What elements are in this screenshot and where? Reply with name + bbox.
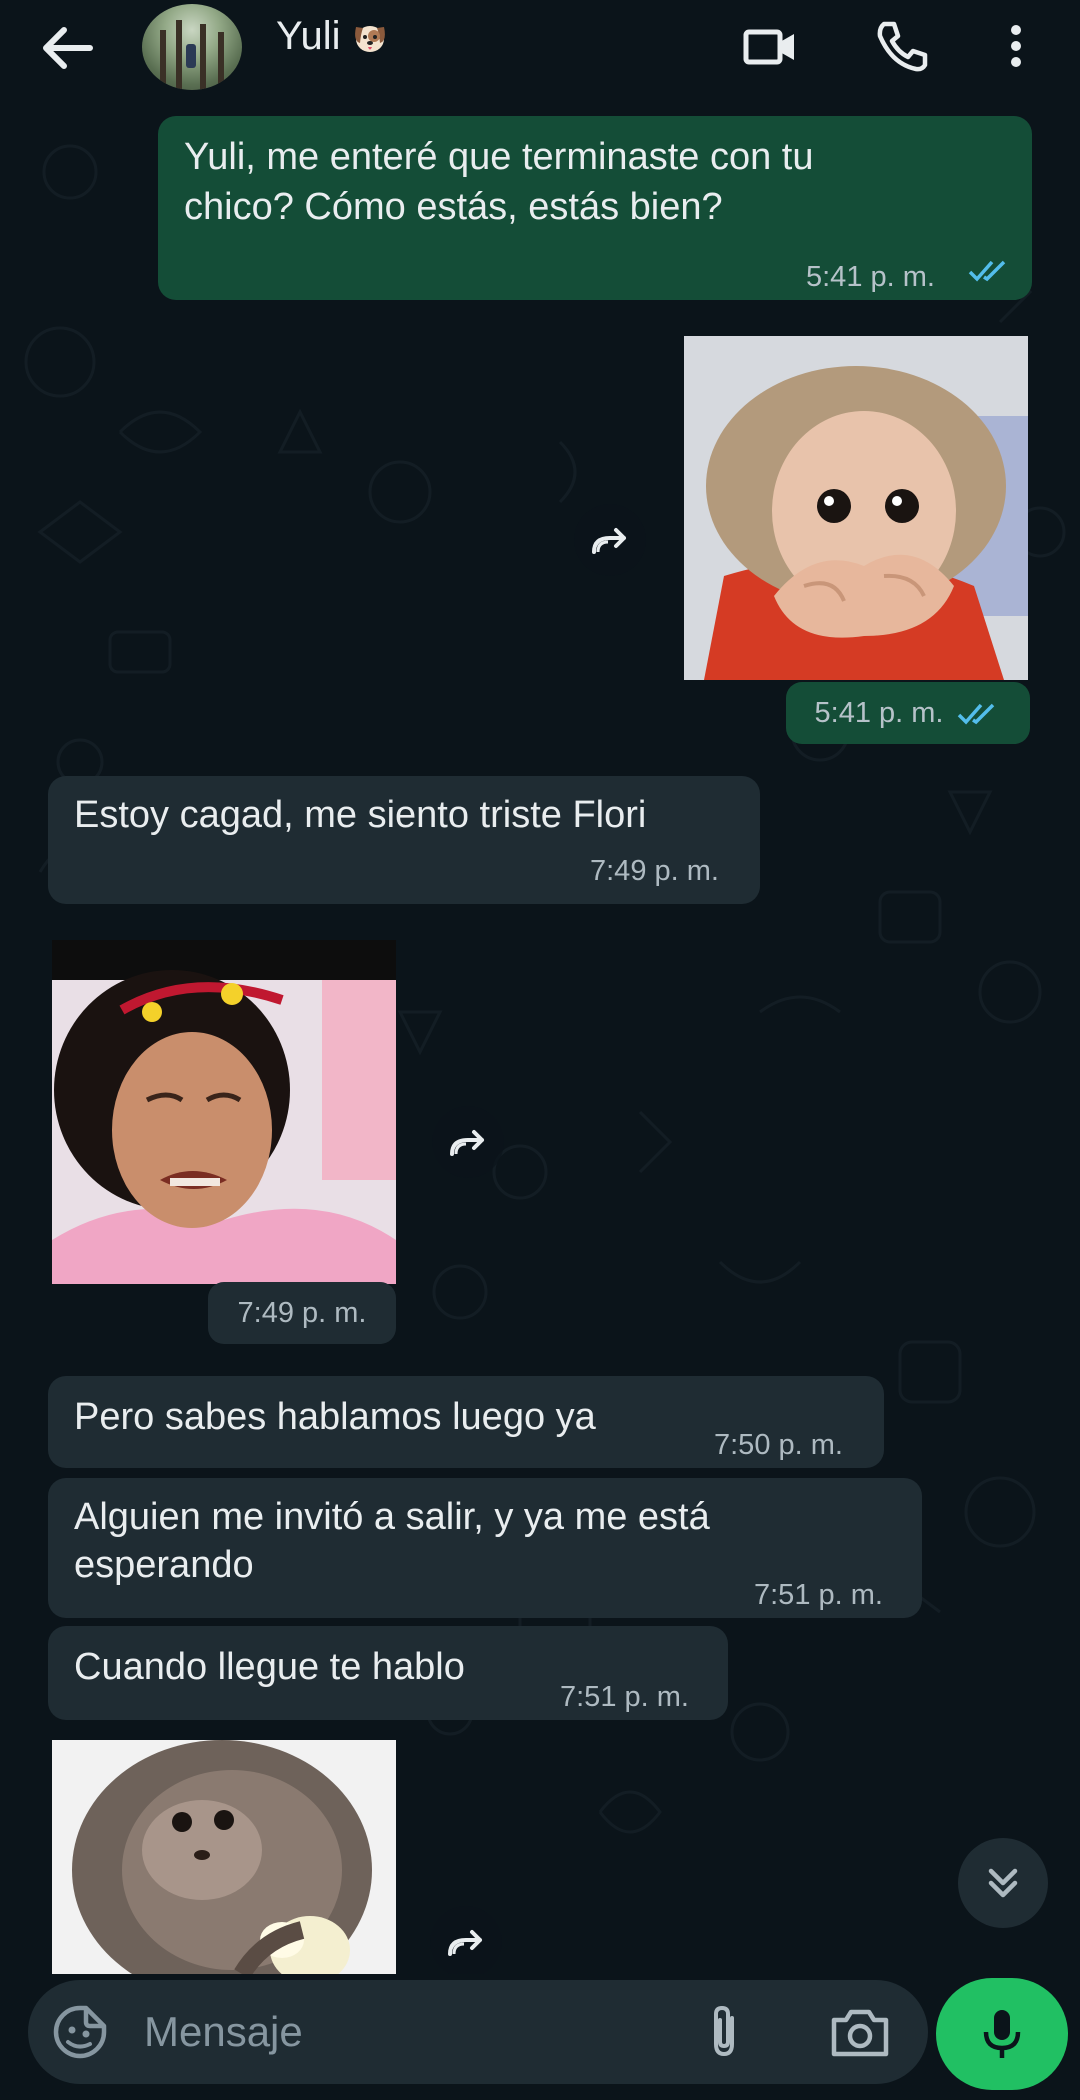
message-text-line: Alguien me invitó a salir, y ya me está	[74, 1496, 710, 1538]
sticker-baby-monkey[interactable]	[684, 336, 1028, 680]
forward-button[interactable]	[574, 504, 646, 576]
chat-messages-area[interactable]: Yuli, me enteré que terminaste con tu ch…	[0, 112, 1080, 1974]
microphone-icon	[983, 2010, 1021, 2058]
message-text: Estoy cagad, me siento triste Flori	[74, 794, 647, 836]
message-time: 7:49 p. m.	[590, 855, 719, 887]
message-text: Cuando llegue te hablo	[74, 1646, 465, 1688]
forward-button[interactable]	[432, 1106, 504, 1178]
attach-paperclip-icon[interactable]	[704, 2002, 744, 2062]
message-text-line: Yuli, me enteré que terminaste con tu	[184, 136, 814, 178]
video-call-icon[interactable]	[738, 14, 802, 78]
message-composer	[28, 1980, 928, 2084]
sticker-emoji-icon[interactable]	[50, 2002, 110, 2062]
incoming-message[interactable]: Pero sabes hablamos luego ya 7:50 p. m.	[48, 1376, 884, 1468]
read-ticks-icon	[958, 703, 995, 725]
message-text-line: esperando	[74, 1544, 254, 1586]
forward-button[interactable]	[430, 1906, 502, 1974]
contact-name[interactable]: Yuli	[276, 14, 389, 59]
monkey-eating-image	[52, 1740, 396, 1974]
baby-monkey-image	[684, 336, 1028, 680]
message-time: 5:41 p. m.	[806, 261, 935, 293]
camera-icon[interactable]	[828, 2004, 892, 2060]
chat-header: Yuli	[0, 0, 1080, 112]
back-arrow-icon[interactable]	[38, 18, 98, 78]
sticker-time-badge: 7:49 p. m.	[208, 1282, 396, 1344]
forward-arrow-icon	[448, 1930, 482, 1956]
incoming-message[interactable]: Estoy cagad, me siento triste Flori 7:49…	[48, 776, 760, 904]
read-ticks-icon	[968, 260, 1006, 282]
sticker-time-badge: 5:41 p. m.	[786, 682, 1030, 744]
forward-arrow-icon	[592, 528, 626, 554]
message-time: 5:41 p. m.	[814, 696, 944, 729]
voice-call-icon[interactable]	[870, 14, 934, 78]
more-options-icon[interactable]	[986, 14, 1046, 78]
dog-face-emoji-icon	[354, 25, 385, 52]
scroll-to-bottom-button[interactable]	[958, 1838, 1048, 1928]
sticker-crying-person[interactable]	[52, 940, 396, 1284]
sticker-monkey-eating[interactable]	[52, 1740, 396, 1974]
message-text: Pero sabes hablamos luego ya	[74, 1396, 596, 1438]
incoming-message[interactable]: Alguien me invitó a salir, y ya me está …	[48, 1478, 922, 1618]
contact-avatar[interactable]	[142, 4, 242, 90]
message-time: 7:51 p. m.	[560, 1681, 689, 1713]
message-time: 7:51 p. m.	[754, 1579, 883, 1611]
contact-name-text: Yuli	[276, 14, 341, 58]
crying-person-image	[52, 940, 396, 1284]
message-time: 7:50 p. m.	[714, 1429, 843, 1461]
message-input[interactable]	[144, 2002, 704, 2062]
incoming-message[interactable]: Cuando llegue te hablo 7:51 p. m.	[48, 1626, 728, 1720]
message-time: 7:49 p. m.	[237, 1296, 367, 1329]
double-chevron-down-icon	[988, 1868, 1018, 1898]
message-text-line: chico? Cómo estás, estás bien?	[184, 186, 723, 228]
voice-message-button[interactable]	[936, 1978, 1068, 2090]
forward-arrow-icon	[450, 1130, 484, 1156]
outgoing-message[interactable]: Yuli, me enteré que terminaste con tu ch…	[158, 116, 1032, 300]
